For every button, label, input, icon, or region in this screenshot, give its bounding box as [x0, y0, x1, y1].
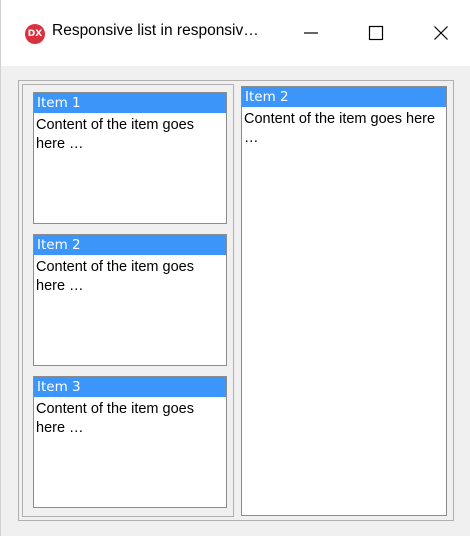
list-item-header: Item 1 — [34, 93, 226, 113]
close-button[interactable] — [411, 8, 470, 58]
maximize-icon — [368, 25, 384, 41]
app-window: DX Responsive list in responsiv… Item 1 … — [0, 0, 470, 536]
list-item-1[interactable]: Item 1 Content of the item goes here … — [33, 92, 227, 224]
list-item-header: Item 3 — [34, 377, 226, 397]
window-title: Responsive list in responsiv… — [52, 22, 259, 39]
list-item-content: Content of the item goes here … — [36, 259, 194, 294]
close-icon — [434, 26, 448, 40]
app-icon: DX — [25, 24, 45, 44]
minimize-button[interactable] — [281, 8, 341, 58]
list-item-content: Content of the item goes here … — [36, 117, 194, 152]
maximize-button[interactable] — [346, 8, 406, 58]
detail-content: Content of the item goes here … — [244, 111, 436, 146]
detail-header: Item 2 — [242, 87, 446, 107]
list-item-content: Content of the item goes here … — [36, 401, 194, 436]
title-bar[interactable]: DX Responsive list in responsiv… — [1, 0, 470, 66]
minimize-icon — [304, 32, 318, 34]
list-item-header: Item 2 — [34, 235, 226, 255]
list-item-2[interactable]: Item 2 Content of the item goes here … — [33, 234, 227, 366]
detail-panel: Item 2 Content of the item goes here … — [241, 86, 447, 516]
list-item-3[interactable]: Item 3 Content of the item goes here … — [33, 376, 227, 508]
